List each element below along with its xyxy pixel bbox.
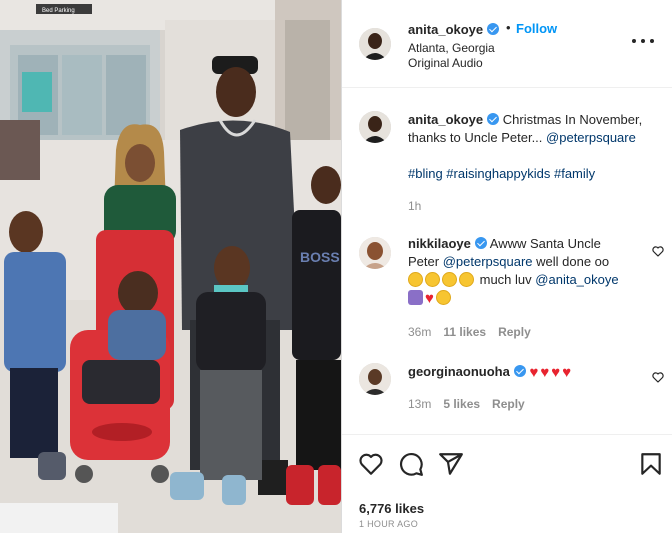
clap-emoji-icon xyxy=(425,272,440,287)
comment-likes-count[interactable]: 11 likes xyxy=(443,325,486,339)
comment-icon[interactable] xyxy=(398,451,424,477)
comment-time: 13m xyxy=(408,397,432,411)
caption-username[interactable]: anita_okoye xyxy=(408,112,483,127)
comment-like-heart-icon[interactable] xyxy=(652,372,664,383)
comment-text: nikkilaoye Awww Santa Uncle Peter @peter… xyxy=(408,235,644,307)
avatar[interactable] xyxy=(359,363,391,395)
smile-emoji-icon xyxy=(435,290,451,305)
family-photo-illustration: Bed Parking BOSS xyxy=(0,0,341,533)
caption-text: anita_okoye Christmas In November, thank… xyxy=(408,111,658,147)
comment-mention-link[interactable]: @peterpsquare xyxy=(443,254,533,269)
avatar-image xyxy=(359,237,391,269)
avatar[interactable] xyxy=(359,28,391,60)
comment-like-heart-icon[interactable] xyxy=(652,246,664,257)
more-options-icon[interactable] xyxy=(632,36,654,46)
avatar-image xyxy=(359,111,391,143)
follow-button[interactable]: Follow xyxy=(516,21,557,36)
comment-meta: 36m 11 likes Reply xyxy=(408,325,531,339)
comment-text: georginaonuoha ♥ ♥ ♥ ♥ xyxy=(408,363,644,381)
comment-likes-count[interactable]: 5 likes xyxy=(443,397,480,411)
verified-badge-icon xyxy=(487,23,500,35)
red-heart-emoji-icon: ♥ xyxy=(529,364,539,381)
shirt-text: BOSS xyxy=(300,249,340,265)
clap-emoji-icon xyxy=(459,272,474,287)
verified-badge-icon xyxy=(474,237,487,249)
caption-time: 1h xyxy=(408,199,422,213)
post-username-row: anita_okoye xyxy=(408,22,500,37)
red-heart-emoji-icon: ♥ xyxy=(540,364,550,381)
post-header: anita_okoye • Follow Atlanta, Georgia Or… xyxy=(342,0,672,88)
photo-bottom-strip xyxy=(0,503,118,533)
comment-username[interactable]: nikkilaoye xyxy=(408,236,471,251)
comment-mention-link[interactable]: @anita_okoye xyxy=(535,272,618,287)
caption-mention-link[interactable]: @peterpsquare xyxy=(546,130,636,145)
person-emoji-icon xyxy=(408,290,423,305)
parking-sign-text: Bed Parking xyxy=(42,8,75,14)
comment-body: Awww Santa Uncle xyxy=(489,236,601,251)
separator-dot: • xyxy=(506,20,511,35)
red-heart-emoji-icon: ♥ xyxy=(562,364,572,381)
red-heart-emoji-icon: ♥ xyxy=(425,290,434,307)
avatar-image xyxy=(359,363,391,395)
hashtag-links[interactable]: #bling #raisinghappykids #family xyxy=(408,166,595,181)
avatar[interactable] xyxy=(359,237,391,269)
post-time-ago: 1 HOUR AGO xyxy=(359,519,419,529)
post-audio[interactable]: Original Audio xyxy=(408,56,483,70)
share-icon[interactable] xyxy=(438,451,464,477)
red-heart-emoji-icon: ♥ xyxy=(551,364,561,381)
comment-body: well done oo xyxy=(536,254,610,269)
grin-emoji-icon xyxy=(408,272,423,287)
verified-badge-icon xyxy=(513,365,526,377)
verified-badge-icon xyxy=(487,113,500,125)
clap-emoji-icon xyxy=(442,272,457,287)
post-location[interactable]: Atlanta, Georgia xyxy=(408,41,495,55)
comment-reply-button[interactable]: Reply xyxy=(498,325,531,339)
caption-hashtags: #bling #raisinghappykids #family xyxy=(408,165,658,183)
comment-time: 36m xyxy=(408,325,432,339)
likes-count[interactable]: 6,776 likes xyxy=(359,501,424,516)
comment-body: Peter xyxy=(408,254,440,269)
bookmark-icon[interactable] xyxy=(638,451,664,477)
avatar[interactable] xyxy=(359,111,391,143)
post-side-panel: anita_okoye • Follow Atlanta, Georgia Or… xyxy=(341,0,672,533)
comment-reply-button[interactable]: Reply xyxy=(492,397,525,411)
comments-section[interactable]: anita_okoye Christmas In November, thank… xyxy=(342,89,672,434)
comment-username[interactable]: georginaonuoha xyxy=(408,364,510,379)
avatar-image xyxy=(359,28,391,60)
comment-meta: 13m 5 likes Reply xyxy=(408,397,525,411)
post-username[interactable]: anita_okoye xyxy=(408,22,483,37)
comment-body: much luv xyxy=(479,272,532,287)
heart-icon[interactable] xyxy=(358,451,384,477)
post-photo[interactable]: Bed Parking BOSS xyxy=(0,0,341,533)
